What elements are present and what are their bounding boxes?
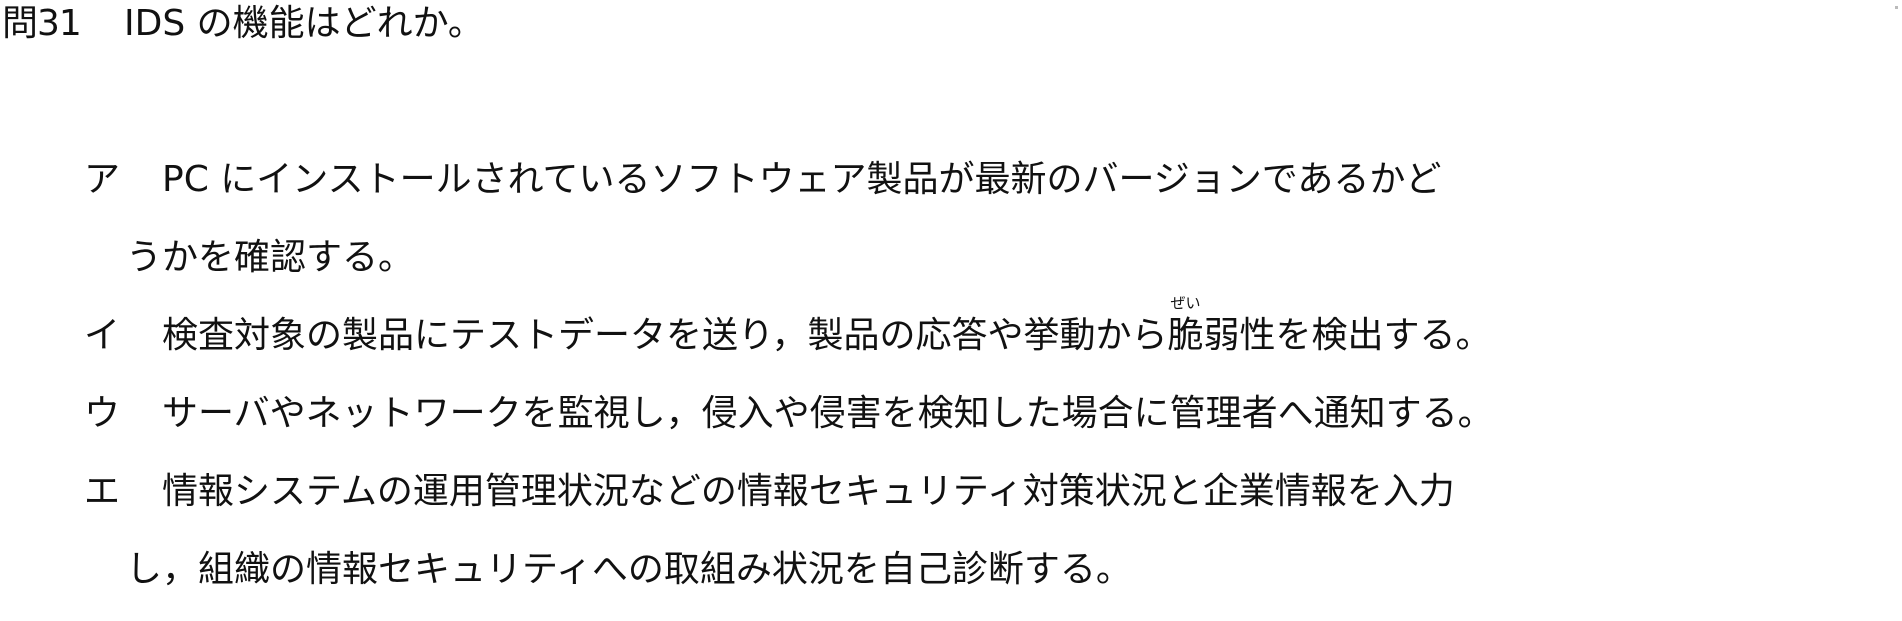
option-b-marker: イ (84, 315, 121, 356)
option-b-text: 検査対象の製品にテストデータを送り，製品の応答や挙動から ぜい脆弱性を検出する。 (162, 296, 1492, 356)
option-b-text-before: 検査対象の製品にテストデータを送り，製品の応答や挙動から (162, 315, 1168, 356)
ruby-reading: ぜい (1170, 294, 1201, 312)
option-d-marker: エ (84, 471, 121, 512)
option-b-text-after: 弱性を検出する。 (1203, 315, 1492, 356)
option-a-text-line1: PC にインストールされているソフトウェア製品が最新のバージョンであるかど (162, 159, 1442, 200)
ruby-base-char: 脆 (1167, 315, 1204, 356)
option-a-text-line2: うかを確認する。 (126, 237, 415, 278)
option-c-marker: ウ (84, 393, 121, 434)
option-a-marker: ア (84, 159, 121, 200)
question-text: IDS の機能はどれか。 (124, 3, 484, 44)
ruby-base: ぜい脆 (1167, 296, 1204, 356)
option-d-text-line1: 情報システムの運用管理状況などの情報セキュリティ対策状況と企業情報を入力 (162, 471, 1455, 512)
option-d-text-line2: し，組織の情報セキュリティへの取組み状況を自己診断する。 (126, 549, 1132, 590)
question-number: 問31 (2, 3, 82, 44)
corner-dot (1895, 6, 1898, 9)
option-c-text: サーバやネットワークを監視し，侵入や侵害を検知した場合に管理者へ通知する。 (162, 393, 1494, 434)
